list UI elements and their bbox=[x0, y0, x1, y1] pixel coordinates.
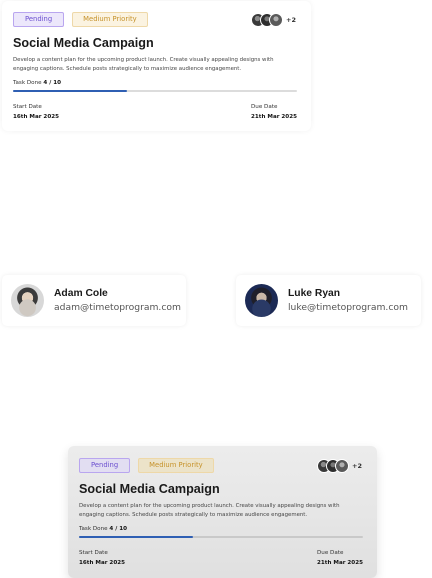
task-done: Task Done 4 / 10 bbox=[79, 525, 366, 533]
user-email: adam@timetoprogram.com bbox=[54, 302, 181, 313]
start-date-value: 16th Mar 2025 bbox=[79, 560, 126, 567]
task-done-value: 4 / 10 bbox=[109, 526, 127, 533]
user-avatar bbox=[11, 284, 44, 317]
tag-row: Pending Medium Priority +2 bbox=[79, 458, 366, 473]
card-description: Develop a content plan for the upcoming … bbox=[13, 57, 274, 72]
tag-row: Pending Medium Priority +2 bbox=[13, 12, 300, 27]
progress-bar bbox=[79, 536, 363, 539]
more-assignees-count: +2 bbox=[286, 15, 296, 24]
task-card-hovered[interactable]: Pending Medium Priority +2 Social Media … bbox=[68, 446, 377, 578]
user-avatar bbox=[245, 284, 278, 317]
progress-fill bbox=[13, 90, 127, 93]
due-date-value: 21th Mar 2025 bbox=[316, 560, 363, 567]
card-title: Social Media Campaign bbox=[79, 482, 220, 496]
due-date-value: 21th Mar 2025 bbox=[250, 114, 297, 121]
start-date: Start Date 16th Mar 2025 bbox=[13, 103, 59, 121]
dates-row: Start Date 16th Mar 2025 Due Date 21th M… bbox=[79, 549, 363, 567]
assignee-avatars[interactable]: +2 bbox=[317, 458, 362, 473]
due-date: Due Date 21th Mar 2025 bbox=[251, 103, 297, 121]
user-card[interactable]: Luke Ryan luke@timetoprogram.com bbox=[236, 275, 421, 326]
user-name: Adam Cole bbox=[54, 288, 108, 299]
assignee-avatars[interactable]: +2 bbox=[251, 12, 296, 27]
user-email: luke@timetoprogram.com bbox=[288, 302, 408, 313]
due-date-label: Due Date bbox=[316, 550, 344, 557]
due-date-label: Due Date bbox=[250, 104, 278, 111]
user-name: Luke Ryan bbox=[288, 288, 341, 299]
priority-badge: Medium Priority bbox=[72, 12, 148, 27]
start-date-value: 16th Mar 2025 bbox=[13, 114, 60, 121]
task-done: Task Done 4 / 10 bbox=[13, 79, 300, 87]
dates-row: Start Date 16th Mar 2025 Due Date 21th M… bbox=[13, 103, 297, 121]
user-card[interactable]: Adam Cole adam@timetoprogram.com bbox=[2, 275, 186, 326]
start-date-label: Start Date bbox=[79, 550, 108, 557]
card-description: Develop a content plan for the upcoming … bbox=[79, 503, 340, 518]
assignee-avatar bbox=[269, 12, 284, 27]
start-date-label: Start Date bbox=[13, 104, 42, 111]
status-badge: Pending bbox=[13, 12, 65, 27]
progress-fill bbox=[79, 536, 193, 539]
progress-bar bbox=[13, 90, 297, 93]
due-date: Due Date 21th Mar 2025 bbox=[317, 549, 363, 567]
start-date: Start Date 16th Mar 2025 bbox=[79, 549, 125, 567]
user-info: Luke Ryan luke@timetoprogram.com bbox=[288, 287, 408, 314]
status-badge: Pending bbox=[79, 458, 131, 473]
card-title: Social Media Campaign bbox=[13, 36, 154, 50]
task-card[interactable]: Pending Medium Priority +2 Social Media … bbox=[2, 1, 311, 131]
priority-badge: Medium Priority bbox=[138, 458, 214, 473]
user-info: Adam Cole adam@timetoprogram.com bbox=[54, 287, 181, 314]
task-done-label: Task Done bbox=[13, 80, 42, 87]
assignee-avatar bbox=[335, 458, 350, 473]
task-done-value: 4 / 10 bbox=[43, 80, 61, 87]
more-assignees-count: +2 bbox=[352, 461, 362, 470]
task-done-label: Task Done bbox=[79, 526, 108, 533]
